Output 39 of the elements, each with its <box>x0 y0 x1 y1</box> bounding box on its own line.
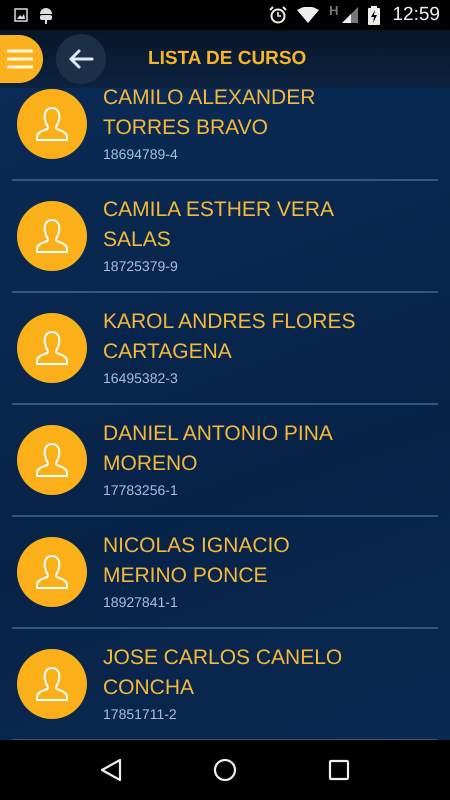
person-icon <box>35 442 69 478</box>
student-item[interactable]: DANIEL ANTONIO PINA MORENO 17783256-1 <box>12 405 438 517</box>
network-type: H <box>329 3 338 18</box>
wifi-icon <box>297 7 320 23</box>
student-item[interactable]: CAMILA ESTHER VERA SALAS 18725379-9 <box>12 181 438 293</box>
person-icon <box>35 218 69 254</box>
alarm-icon <box>269 6 288 24</box>
person-icon <box>35 330 69 366</box>
screen-title: LISTA DE CURSO <box>148 48 306 70</box>
student-id: 18725379-9 <box>103 257 179 276</box>
menu-icon <box>6 48 32 70</box>
home-icon[interactable] <box>212 758 237 782</box>
person-icon <box>35 666 69 702</box>
back-arrow-icon <box>68 49 94 69</box>
student-name: KAROL ANDRES FLORES CARTAGENA <box>103 309 356 365</box>
clock: 12:59 <box>392 4 440 26</box>
student-name: DANIEL ANTONIO PINA MORENO <box>103 421 334 477</box>
back-button[interactable] <box>56 34 106 84</box>
person-icon <box>35 554 69 590</box>
student-id: 17783256-1 <box>103 481 179 500</box>
student-item[interactable]: NICOLAS IGNACIO MERINO PONCE 18927841-1 <box>12 517 438 629</box>
back-nav-icon[interactable] <box>100 758 122 782</box>
image-icon <box>14 8 28 22</box>
student-id: 18927841-1 <box>103 593 179 612</box>
student-name: NICOLAS IGNACIO MERINO PONCE <box>103 533 291 589</box>
android-icon <box>38 6 54 24</box>
student-name: CAMILO ALEXANDER TORRES BRAVO <box>103 88 316 141</box>
student-name: JOSE CARLOS CANELO CONCHA <box>103 645 344 701</box>
student-id: 16495382-3 <box>103 369 179 388</box>
student-name: CAMILA ESTHER VERA SALAS <box>103 197 334 253</box>
battery-icon <box>368 6 380 24</box>
person-icon <box>35 106 69 142</box>
student-item[interactable]: CAMILO ALEXANDER TORRES BRAVO 18694789-4 <box>12 88 438 181</box>
recents-icon[interactable] <box>328 759 350 781</box>
menu-button[interactable] <box>0 35 43 83</box>
student-id: 18694789-4 <box>103 145 179 164</box>
student-id: 17851711-2 <box>103 705 178 724</box>
signal-icon <box>342 7 358 23</box>
student-item[interactable]: KAROL ANDRES FLORES CARTAGENA 16495382-3 <box>12 293 438 405</box>
